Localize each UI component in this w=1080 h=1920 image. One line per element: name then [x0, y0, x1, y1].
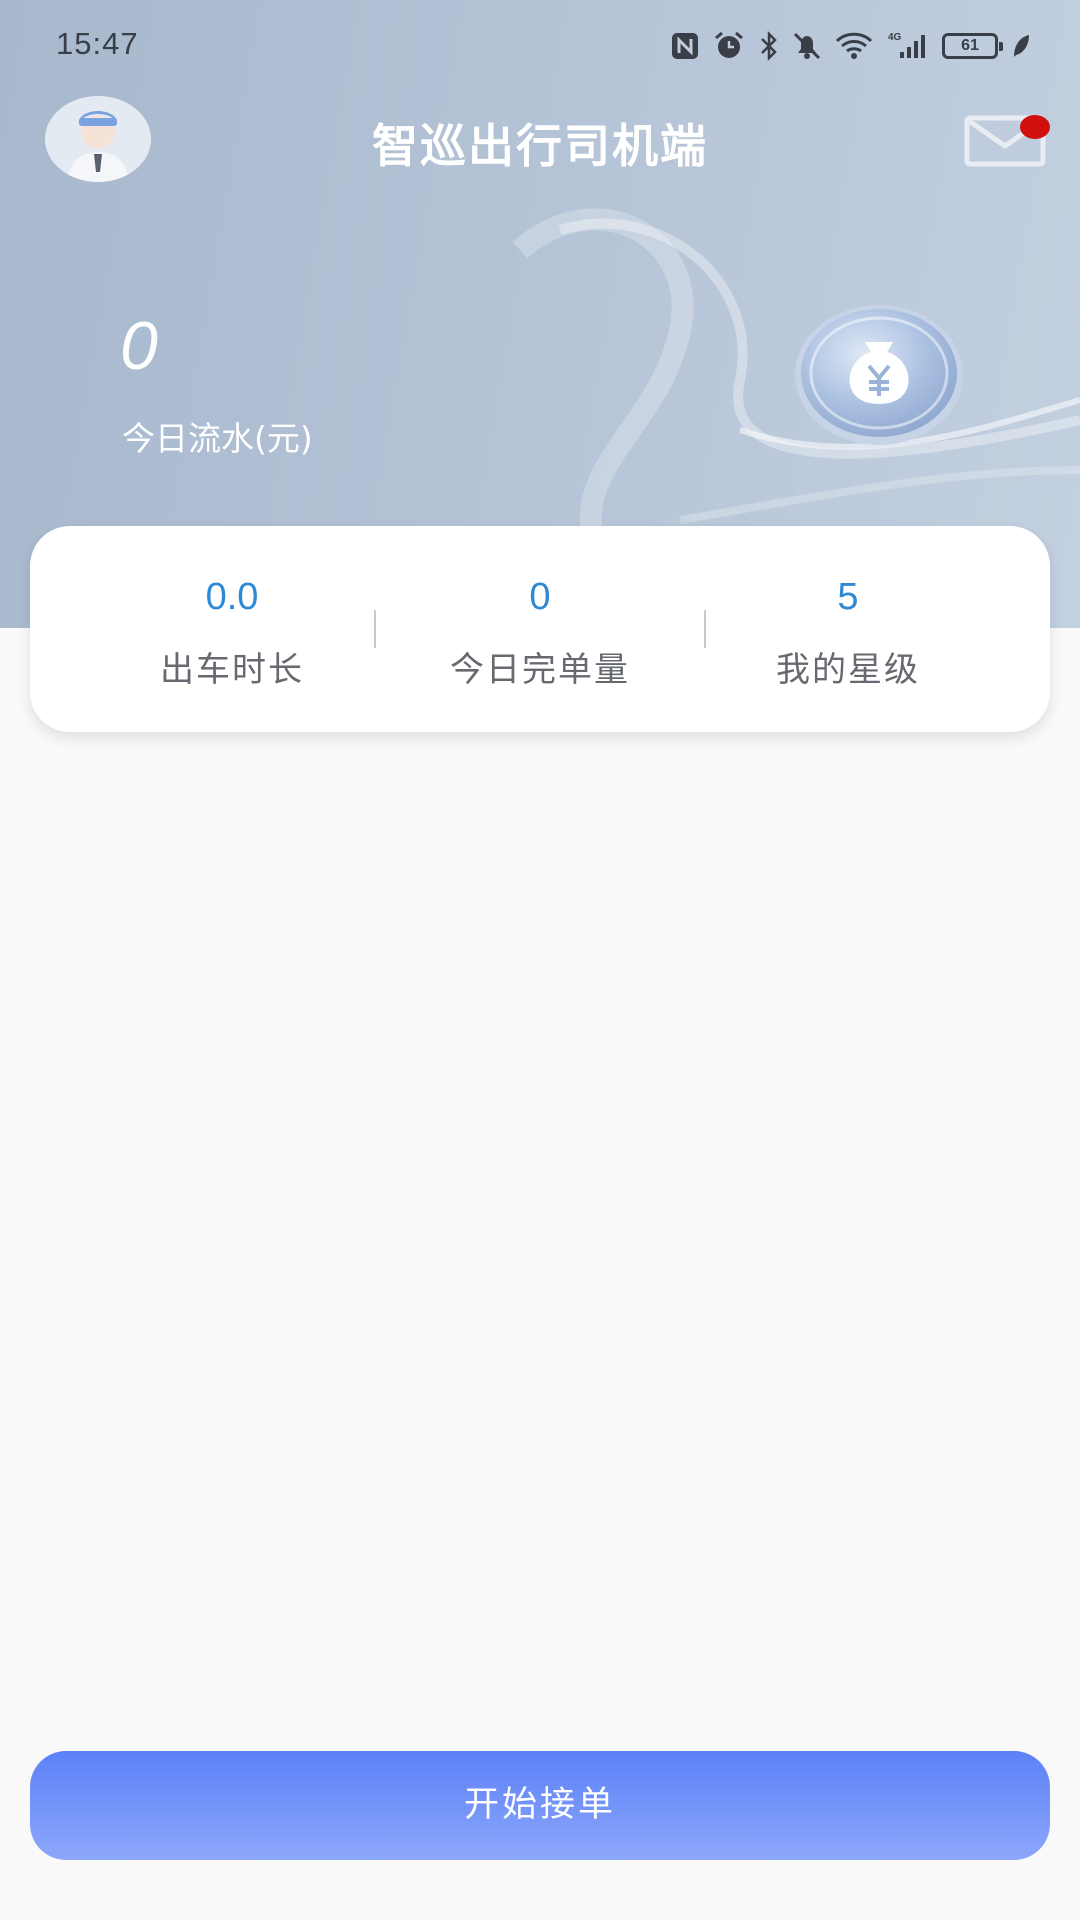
- nfc-icon: [672, 33, 698, 59]
- stat-value: 0: [529, 576, 551, 618]
- leaf-icon: [1014, 35, 1029, 57]
- start-accepting-orders-button[interactable]: 开始接单: [30, 1751, 1050, 1860]
- bluetooth-icon: [761, 30, 777, 62]
- unread-badge: [1020, 115, 1050, 139]
- bell-off-icon: [793, 32, 821, 60]
- stat-star-rating: 5 我的星级: [688, 578, 1008, 691]
- today-earnings-value: 0: [120, 308, 158, 384]
- stat-label: 我的星级: [776, 650, 920, 690]
- alarm-icon: [715, 31, 743, 58]
- battery-level: 61: [961, 37, 979, 54]
- stat-driving-duration: 0.0 出车时长: [72, 578, 392, 691]
- stat-orders-completed: 0 今日完单量: [380, 578, 700, 691]
- network-label: 4G: [888, 32, 902, 43]
- today-earnings-label: 今日流水(元): [122, 419, 313, 458]
- status-bar: 15:47 4G 61: [0, 0, 1080, 92]
- driver-home-screen: 15:47 4G 61 智巡出行司机端 0 今日流水(元) 0.0 出车时长 0…: [0, 0, 1080, 1920]
- stat-value: 0.0: [205, 576, 259, 618]
- stat-divider: [374, 610, 376, 648]
- money-bag-icon: [795, 305, 963, 445]
- signal-icon: 4G: [888, 32, 925, 58]
- stat-label: 出车时长: [160, 650, 304, 690]
- status-icons: 4G 61: [670, 28, 1032, 64]
- wifi-icon: [835, 32, 873, 59]
- stat-label: 今日完单量: [450, 650, 630, 690]
- stat-value: 5: [837, 576, 859, 618]
- battery-icon: 61: [942, 33, 1003, 59]
- stats-card: 0.0 出车时长 0 今日完单量 5 我的星级: [30, 526, 1050, 732]
- status-time: 15:47: [56, 26, 139, 61]
- page-title: 智巡出行司机端: [372, 119, 708, 173]
